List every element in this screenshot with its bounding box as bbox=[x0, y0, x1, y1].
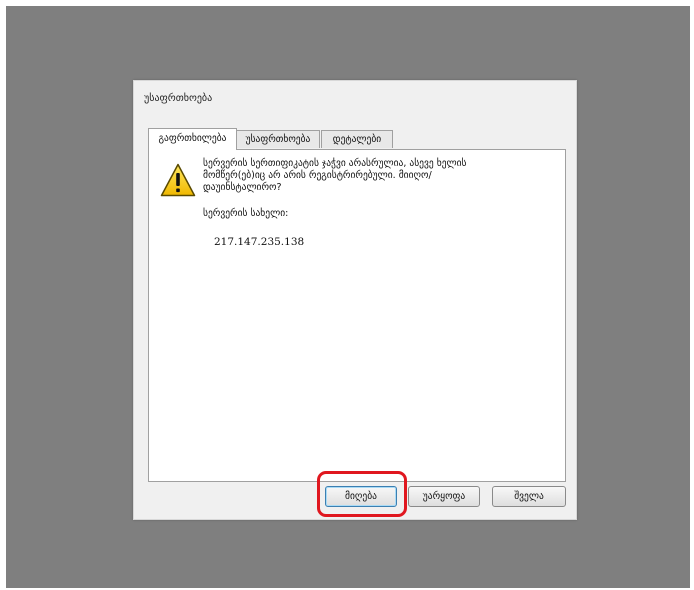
server-ip-value: 217.147.235.138 bbox=[214, 236, 305, 248]
help-button[interactable]: შველა bbox=[492, 486, 566, 507]
warning-panel: სერვერის სერთიფიკატის ჯაჭვი არასრულია, ა… bbox=[148, 149, 566, 482]
message-line: სერვერის სერთიფიკატის ჯაჭვი არასრულია, ა… bbox=[203, 158, 467, 169]
message-line: მომწერ(ებ)იც არ არის რეგისტრირებული. მიი… bbox=[203, 170, 432, 181]
tab-warning[interactable]: გაფრთხილება bbox=[148, 128, 237, 150]
security-dialog: უსაფრთხოება გაფრთხილება უსაფრთხოება დეტა… bbox=[133, 80, 577, 520]
server-name-label: სერვერის სახელი: bbox=[203, 208, 289, 219]
dialog-title: უსაფრთხოება bbox=[144, 93, 213, 104]
reject-button[interactable]: უარყოფა bbox=[408, 486, 480, 507]
warning-icon bbox=[160, 163, 196, 197]
warning-message: სერვერის სერთიფიკატის ჯაჭვი არასრულია, ა… bbox=[203, 158, 553, 194]
message-line: დაუინსტალირო? bbox=[203, 182, 282, 193]
tab-security[interactable]: უსაფრთხოება bbox=[236, 130, 320, 148]
tab-details[interactable]: დეტალები bbox=[321, 130, 393, 148]
accept-button[interactable]: მიღება bbox=[325, 486, 397, 507]
